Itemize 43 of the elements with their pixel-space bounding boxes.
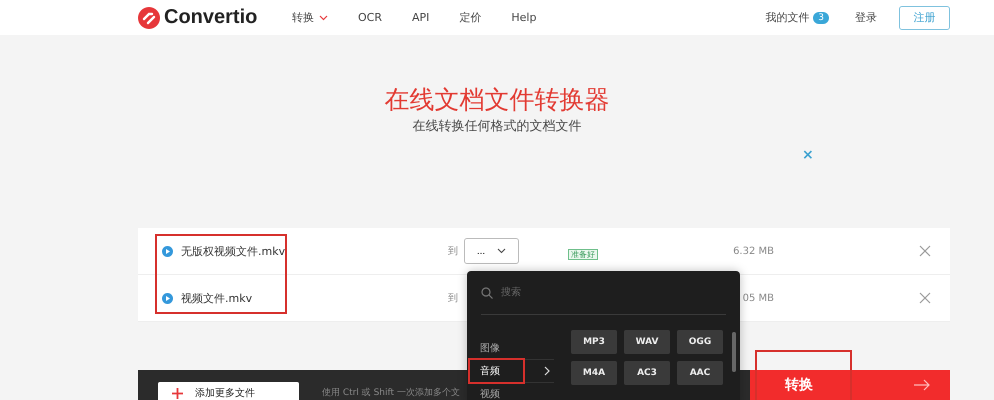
status-tag: 准备好 <box>568 248 598 260</box>
search-icon <box>481 286 493 298</box>
nav-link[interactable]: API <box>412 10 430 25</box>
format-option[interactable]: MP3 <box>571 330 617 354</box>
nav-link[interactable]: Help <box>511 10 536 25</box>
format-option[interactable]: M4A <box>571 361 617 385</box>
add-files-button[interactable]: 添加更多文件 <box>158 382 299 400</box>
file-size: 05 MB <box>742 292 774 304</box>
logo-text[interactable]: Convertio <box>164 6 258 29</box>
format-option[interactable]: OGG <box>677 330 723 354</box>
nav-link[interactable]: OCR <box>358 10 382 25</box>
to-label: 到 <box>448 292 459 305</box>
file-name: 无版权视频文件.mkv <box>181 244 286 258</box>
format-option[interactable]: AC3 <box>624 361 670 385</box>
hint-text: 使用 Ctrl 或 Shift 一次添加多个文 <box>322 386 460 399</box>
format-option[interactable]: AAC <box>677 361 723 385</box>
chevron-right-icon <box>544 366 550 376</box>
search-field[interactable]: 搜索 <box>499 286 703 299</box>
nav-link[interactable]: 定价 <box>459 10 482 25</box>
file-size: 6.32 MB <box>732 246 774 256</box>
plus-icon <box>172 388 183 398</box>
format-option[interactable]: WAV <box>624 330 670 354</box>
nav-link[interactable]: 转换 <box>292 10 328 25</box>
arrow-right-icon <box>914 379 930 391</box>
format-select[interactable]: ... <box>464 238 519 264</box>
page-subtitle: 在线转换任何格式的文档文件 <box>412 118 582 135</box>
scrollbar[interactable] <box>732 332 736 372</box>
category-item[interactable]: 图像 <box>480 337 554 360</box>
file-count-badge: 3 <box>813 12 829 24</box>
my-files-link[interactable]: 我的文件 <box>765 10 810 25</box>
category-item[interactable]: 视频 <box>480 383 554 400</box>
to-label: 到 <box>448 245 459 258</box>
chevron-down-icon <box>497 248 506 254</box>
file-name: 视频文件.mkv <box>181 290 254 306</box>
play-icon <box>162 246 173 256</box>
play-icon <box>162 292 173 304</box>
page-title: 在线文档文件转换器 <box>384 85 610 115</box>
convert-button[interactable]: 转换 <box>750 370 950 400</box>
login-link[interactable]: 登录 <box>855 10 877 25</box>
close-icon[interactable] <box>919 292 931 304</box>
logo-icon <box>138 6 160 28</box>
close-icon[interactable] <box>919 245 931 257</box>
highlight-overlay <box>468 358 525 384</box>
